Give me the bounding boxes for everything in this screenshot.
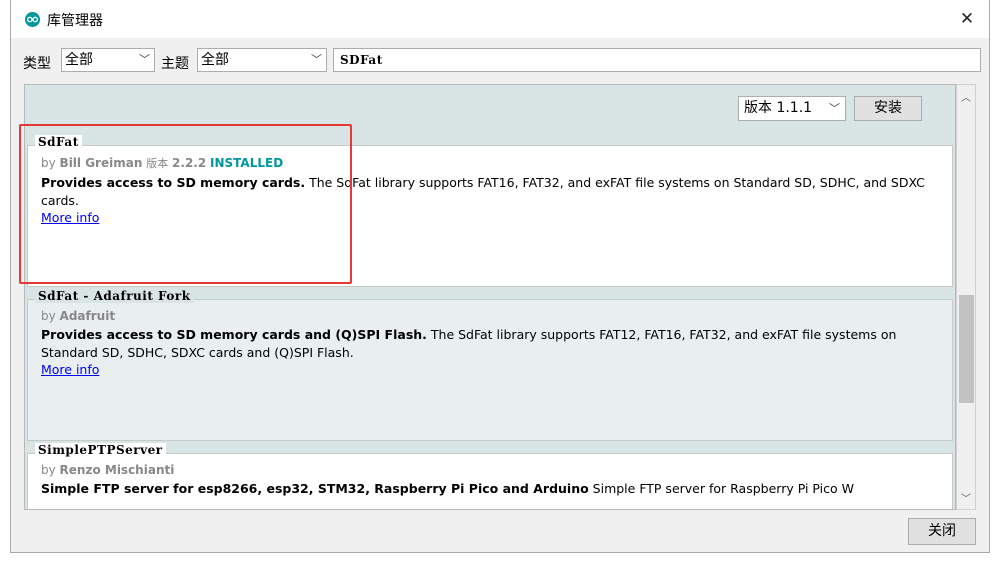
type-select-value: 全部 (65, 52, 93, 68)
chevron-down-icon: ﹀ (829, 102, 840, 115)
window-title: 库管理器 (47, 13, 103, 29)
search-input[interactable]: SDFat (333, 48, 981, 72)
close-button[interactable]: 关闭 (908, 518, 976, 545)
version-select-value: 版本 1.1.1 (744, 100, 813, 116)
library-item[interactable]: SdFat by Bill Greiman 版本 2.2.2 INSTALLED… (27, 131, 953, 287)
library-manager-window: 库管理器 ✕ 类型 全部 ﹀ 主题 全部 ﹀ SDFat 版本 1.1.1 ﹀ … (10, 0, 990, 553)
library-item[interactable]: SdFat - Adafruit Fork by Adafruit Provid… (27, 285, 953, 441)
install-controls: 版本 1.1.1 ﹀ 安装 (25, 85, 955, 129)
library-author-line: by Renzo Mischianti (41, 463, 175, 477)
library-list: 版本 1.1.1 ﹀ 安装 SdFat by Bill Greiman 版本 2… (24, 84, 956, 510)
library-name: SimplePTPServer (35, 443, 166, 457)
chevron-down-icon[interactable]: ﹀ (961, 490, 971, 505)
library-author: Renzo Mischianti (59, 463, 175, 477)
chevron-down-icon: ﹀ (311, 53, 322, 66)
library-author-line: by Adafruit (41, 309, 116, 323)
library-description: Simple FTP server for esp8266, esp32, ST… (41, 481, 855, 496)
chevron-up-icon[interactable]: ︿ (961, 89, 971, 104)
library-description: Provides access to SD memory cards and (… (41, 327, 897, 360)
library-description: Provides access to SD memory cards. The … (41, 175, 925, 208)
chevron-down-icon: ﹀ (139, 53, 150, 66)
type-select[interactable]: 全部 ﹀ (61, 48, 155, 72)
title-bar: 库管理器 ✕ (11, 0, 989, 38)
scrollbar-thumb[interactable] (959, 295, 974, 403)
library-author: Bill Greiman (59, 156, 143, 170)
library-author: Adafruit (59, 309, 116, 323)
version-label: 版本 (146, 157, 169, 170)
topic-select[interactable]: 全部 ﹀ (197, 48, 327, 72)
installed-badge: INSTALLED (210, 156, 284, 170)
arduino-logo-icon (25, 12, 40, 27)
list-scrollbar[interactable]: ︿ ﹀ (956, 84, 976, 510)
library-name: SdFat (35, 135, 82, 149)
library-version: 2.2.2 (172, 156, 207, 170)
close-icon[interactable]: ✕ (957, 9, 977, 29)
filter-bar: 类型 全部 ﹀ 主题 全部 ﹀ SDFat (11, 44, 989, 76)
more-info-link[interactable]: More info (41, 210, 99, 225)
library-author-line: by Bill Greiman 版本 2.2.2 INSTALLED (41, 156, 284, 170)
library-name: SdFat - Adafruit Fork (35, 289, 194, 303)
more-info-link[interactable]: More info (41, 362, 99, 377)
version-select[interactable]: 版本 1.1.1 ﹀ (738, 96, 846, 121)
topic-label: 主题 (161, 56, 189, 72)
library-item[interactable]: SimplePTPServer by Renzo Mischianti Simp… (27, 439, 953, 509)
type-label: 类型 (23, 56, 51, 72)
topic-select-value: 全部 (201, 52, 229, 68)
install-button[interactable]: 安装 (854, 96, 922, 121)
